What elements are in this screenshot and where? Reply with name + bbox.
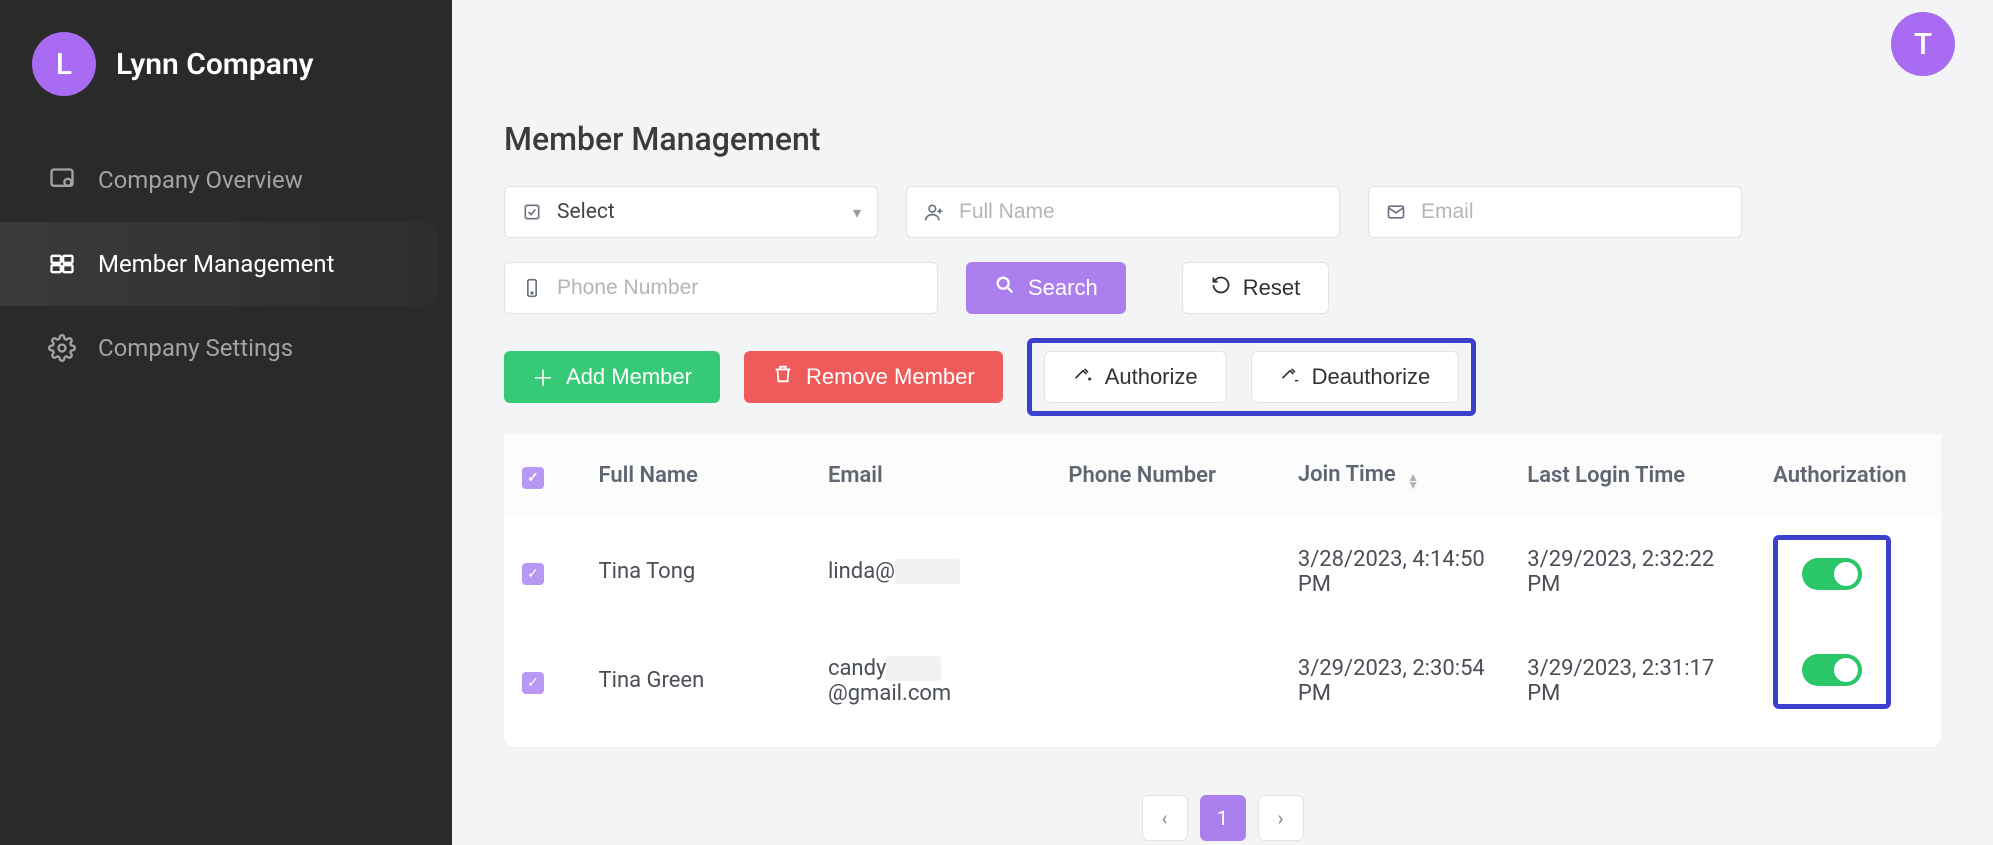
cell-join: 3/29/2023, 2:30:54 PM bbox=[1280, 626, 1509, 735]
company-header: L Lynn Company bbox=[0, 24, 452, 138]
chevron-left-icon: ‹ bbox=[1161, 806, 1167, 830]
reset-button-label: Reset bbox=[1243, 275, 1300, 301]
email-input[interactable] bbox=[1421, 200, 1725, 224]
col-fullname: Full Name bbox=[580, 434, 809, 517]
gear-icon bbox=[48, 334, 76, 362]
authorize-button[interactable]: Authorize bbox=[1044, 351, 1227, 403]
row-checkbox[interactable]: ✓ bbox=[522, 672, 544, 694]
select-all-checkbox[interactable]: ✓ bbox=[522, 467, 544, 489]
cell-phone bbox=[1050, 626, 1279, 735]
cell-login: 3/29/2023, 2:31:17 PM bbox=[1509, 626, 1755, 735]
phone-field-wrap bbox=[504, 262, 938, 314]
members-icon bbox=[48, 250, 76, 278]
col-auth: Authorization bbox=[1755, 434, 1941, 517]
person-icon bbox=[923, 202, 945, 222]
company-name: Lynn Company bbox=[116, 47, 314, 82]
authorize-icon bbox=[1073, 364, 1093, 390]
authorize-highlight: Authorize Deauthorize bbox=[1027, 338, 1477, 416]
main-content: T Member Management Select ▾ bbox=[452, 0, 1993, 845]
authorization-toggle[interactable] bbox=[1802, 654, 1862, 686]
sidebar-item-member-management[interactable]: Member Management bbox=[0, 222, 438, 306]
company-avatar: L bbox=[32, 32, 96, 96]
action-row: ＋ Add Member Remove Member Authorize Dea… bbox=[504, 338, 1941, 416]
sidebar: L Lynn Company Company Overview Member M… bbox=[0, 0, 452, 845]
deauthorize-label: Deauthorize bbox=[1312, 364, 1431, 390]
next-page-button[interactable]: › bbox=[1258, 795, 1304, 841]
cell-fullname: Tina Green bbox=[580, 626, 809, 735]
search-button[interactable]: Search bbox=[966, 262, 1126, 314]
filter-row-1: Select ▾ bbox=[504, 186, 1941, 238]
members-table: ✓ Full Name Email Phone Number Join Time… bbox=[504, 434, 1941, 735]
sidebar-item-company-overview[interactable]: Company Overview bbox=[0, 138, 452, 222]
sidebar-item-company-settings[interactable]: Company Settings bbox=[0, 306, 452, 390]
filter-row-2: Search Reset bbox=[504, 262, 1941, 314]
role-select[interactable]: Select ▾ bbox=[504, 186, 878, 238]
fullname-input[interactable] bbox=[959, 200, 1323, 224]
reset-button[interactable]: Reset bbox=[1182, 262, 1329, 314]
page-number-button[interactable]: 1 bbox=[1200, 795, 1246, 841]
cell-email: linda@xxxxxx bbox=[810, 517, 1050, 626]
table-row: ✓ Tina Green candyxxxxx@gmail.com 3/29/2… bbox=[504, 626, 1941, 735]
plus-icon: ＋ bbox=[532, 361, 554, 393]
chevron-right-icon: › bbox=[1277, 806, 1283, 830]
authorize-label: Authorize bbox=[1105, 364, 1198, 390]
cell-email: candyxxxxx@gmail.com bbox=[810, 626, 1050, 735]
remove-member-button[interactable]: Remove Member bbox=[744, 351, 1003, 403]
trash-icon bbox=[772, 363, 794, 391]
reset-icon bbox=[1211, 275, 1231, 301]
sidebar-item-label: Company Settings bbox=[98, 334, 293, 362]
cell-login: 3/29/2023, 2:32:22 PM bbox=[1509, 517, 1755, 626]
dashboard-icon bbox=[48, 166, 76, 194]
deauthorize-icon bbox=[1280, 364, 1300, 390]
chevron-down-icon: ▾ bbox=[853, 203, 861, 222]
phone-icon bbox=[521, 278, 543, 298]
page-title: Member Management bbox=[504, 120, 1941, 158]
select-placeholder: Select bbox=[557, 200, 853, 224]
row-checkbox[interactable]: ✓ bbox=[522, 563, 544, 585]
col-join[interactable]: Join Time ▲▼ bbox=[1280, 434, 1509, 517]
authorization-highlight bbox=[1773, 535, 1891, 709]
add-member-button[interactable]: ＋ Add Member bbox=[504, 351, 720, 403]
remove-member-label: Remove Member bbox=[806, 364, 975, 390]
pagination: ‹ 1 › bbox=[504, 795, 1941, 841]
phone-input[interactable] bbox=[557, 276, 921, 300]
fullname-field-wrap bbox=[906, 186, 1340, 238]
user-avatar[interactable]: T bbox=[1891, 12, 1955, 76]
cell-phone bbox=[1050, 517, 1279, 626]
add-member-label: Add Member bbox=[566, 364, 692, 390]
sidebar-item-label: Company Overview bbox=[98, 166, 303, 194]
email-field-wrap bbox=[1368, 186, 1742, 238]
mail-icon bbox=[1385, 202, 1407, 222]
table-row: ✓ Tina Tong linda@xxxxxx 3/28/2023, 4:14… bbox=[504, 517, 1941, 626]
prev-page-button[interactable]: ‹ bbox=[1142, 795, 1188, 841]
cell-fullname: Tina Tong bbox=[580, 517, 809, 626]
col-email: Email bbox=[810, 434, 1050, 517]
col-join-label: Join Time bbox=[1298, 462, 1396, 487]
search-icon bbox=[994, 274, 1016, 302]
sidebar-item-label: Member Management bbox=[98, 250, 334, 278]
checkbox-icon bbox=[521, 202, 543, 222]
authorization-toggle[interactable] bbox=[1802, 558, 1862, 590]
deauthorize-button[interactable]: Deauthorize bbox=[1251, 351, 1460, 403]
members-table-card: ✓ Full Name Email Phone Number Join Time… bbox=[504, 434, 1941, 747]
col-phone: Phone Number bbox=[1050, 434, 1279, 517]
sort-icon: ▲▼ bbox=[1407, 473, 1419, 489]
col-login: Last Login Time bbox=[1509, 434, 1755, 517]
search-button-label: Search bbox=[1028, 275, 1098, 301]
cell-join: 3/28/2023, 4:14:50 PM bbox=[1280, 517, 1509, 626]
